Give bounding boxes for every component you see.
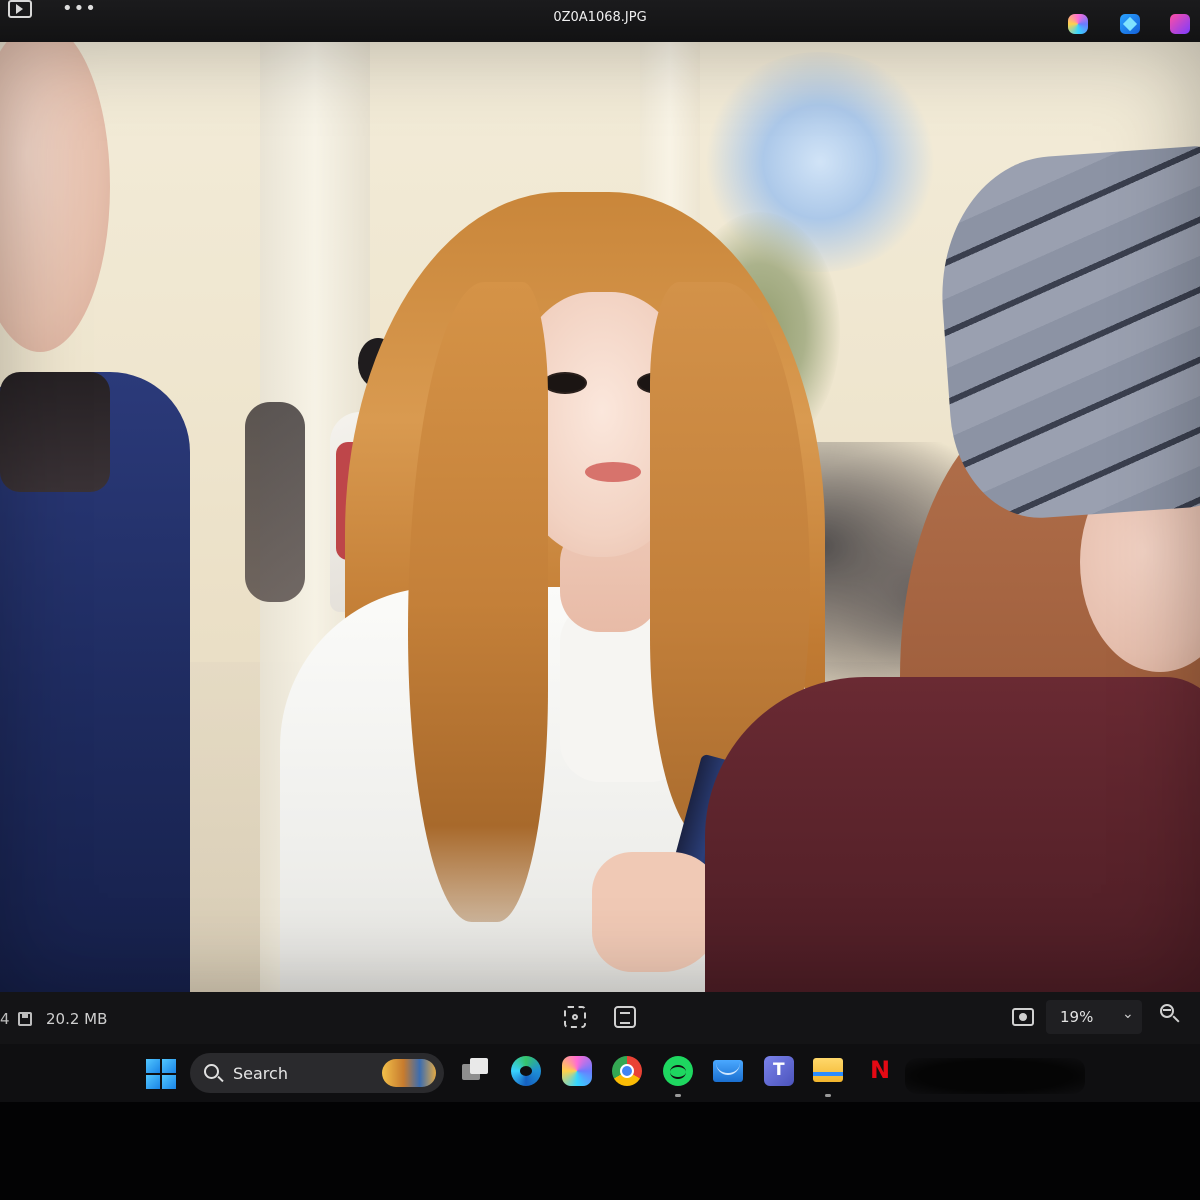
redacted-area	[905, 1058, 1085, 1094]
text-scan-icon[interactable]	[614, 1006, 636, 1028]
search-icon	[204, 1064, 219, 1079]
mail-icon[interactable]	[713, 1060, 743, 1082]
running-indicator	[825, 1094, 831, 1097]
title-bar: ••• 0Z0A1068.JPG	[0, 0, 1200, 42]
taskbar-search-input[interactable]: Search	[190, 1053, 444, 1093]
zoom-out-icon[interactable]	[1160, 1004, 1180, 1026]
netflix-icon[interactable]	[868, 1056, 890, 1086]
file-explorer-icon[interactable]	[813, 1058, 843, 1082]
spotify-icon[interactable]	[663, 1056, 693, 1086]
copilot-icon[interactable]	[1068, 14, 1088, 34]
file-size: 20.2 MB	[46, 1010, 108, 1028]
save-disk-icon	[18, 1012, 32, 1026]
viewer-status-bar: 4 20.2 MB 19% ⌄	[0, 992, 1200, 1044]
slideshow-icon[interactable]	[1012, 1008, 1034, 1026]
photo-vignette	[0, 42, 1200, 992]
windows-start-icon[interactable]	[146, 1059, 176, 1089]
visual-search-icon[interactable]	[564, 1006, 586, 1028]
chrome-icon[interactable]	[612, 1056, 642, 1086]
copilot-taskbar-icon[interactable]	[562, 1056, 592, 1086]
monitor-bezel	[0, 1102, 1200, 1200]
zoom-dropdown[interactable]: 19% ⌄	[1046, 1000, 1142, 1034]
photo-canvas[interactable]	[0, 42, 1200, 992]
edge-icon[interactable]	[511, 1056, 541, 1086]
clipchamp-icon[interactable]	[1170, 14, 1190, 34]
chevron-down-icon: ⌄	[1122, 1006, 1134, 1022]
window-title: 0Z0A1068.JPG	[553, 10, 647, 25]
search-highlight-image[interactable]	[382, 1059, 436, 1087]
search-label: Search	[233, 1064, 288, 1083]
designer-icon[interactable]	[1120, 14, 1140, 34]
task-view-icon[interactable]	[462, 1056, 492, 1086]
taskbar: Search	[0, 1044, 1200, 1102]
running-indicator	[675, 1094, 681, 1097]
status-left-stub: 4	[0, 1010, 10, 1028]
teams-icon[interactable]	[764, 1056, 794, 1086]
zoom-level: 19%	[1060, 1008, 1094, 1026]
